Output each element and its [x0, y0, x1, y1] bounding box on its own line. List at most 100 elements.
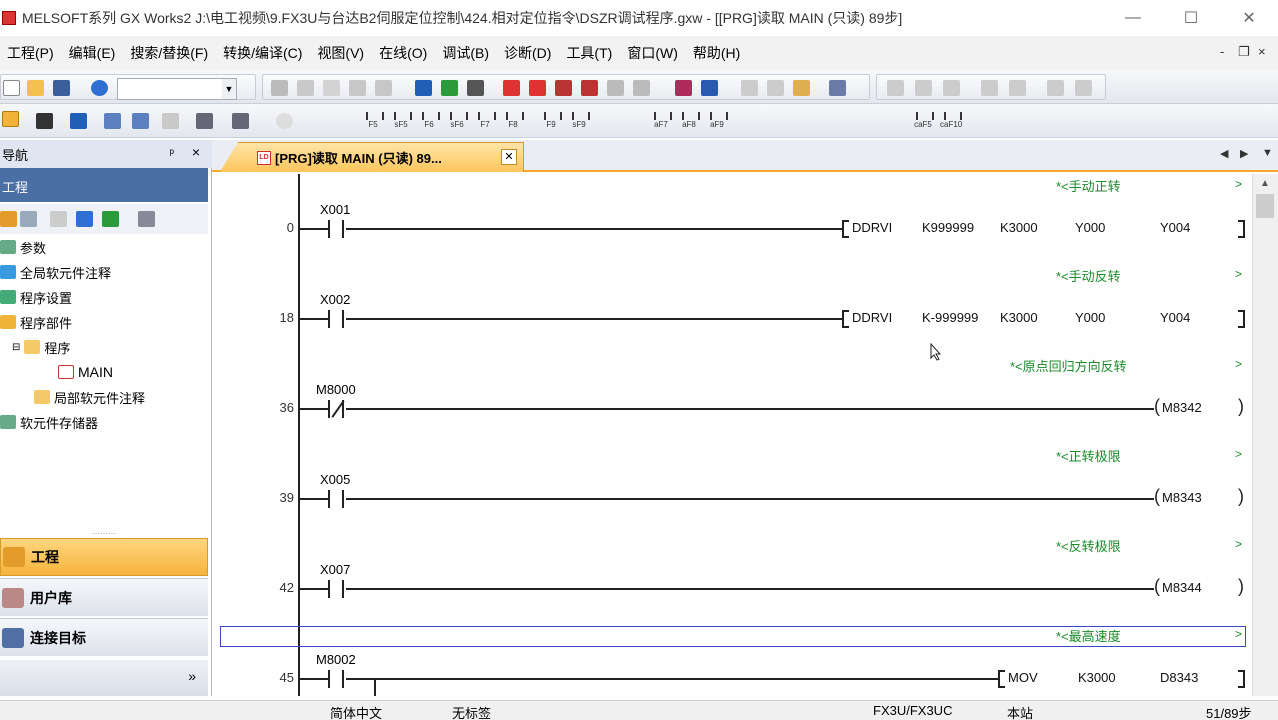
no-contact[interactable]: [328, 670, 344, 688]
paste-icon[interactable]: [323, 80, 340, 96]
sim-stop-icon[interactable]: [701, 80, 718, 96]
nav-button-library[interactable]: 用户库: [0, 578, 208, 616]
ladder-delete-line-icon[interactable]: [1009, 80, 1026, 96]
mdi-close-button[interactable]: ×: [1258, 44, 1266, 59]
ladder-rung[interactable]: *<原点回归方向反转 > 36 M8000 ( M8342 ): [218, 354, 1252, 444]
monitor-write-icon[interactable]: [607, 80, 624, 96]
device-write-icon[interactable]: [415, 80, 432, 96]
ladder-rung[interactable]: *<手动正转 > 0 X001 DDRVI K999999 K3000 Y000…: [218, 174, 1252, 264]
verify-icon[interactable]: [467, 80, 484, 96]
ladder-rung[interactable]: *<手动反转 > 18 X002 DDRVI K-999999 K3000 Y0…: [218, 264, 1252, 354]
tab-close-icon[interactable]: ✕: [501, 149, 517, 165]
maximize-button[interactable]: ☐: [1168, 0, 1214, 36]
ladder-rung[interactable]: *<反转极限 > 42 X007 ( M8344 ): [218, 534, 1252, 624]
help-icon[interactable]: [91, 80, 108, 96]
batch-monitor-icon[interactable]: [741, 80, 758, 96]
invert-cafs[interactable]: caF5: [912, 110, 934, 132]
view-mode-icon[interactable]: [196, 113, 213, 129]
save-icon[interactable]: [53, 80, 70, 96]
copy-item-icon[interactable]: [20, 211, 37, 227]
menu-view[interactable]: 视图(V): [310, 43, 372, 63]
rising-af7[interactable]: aF7: [650, 110, 672, 132]
tree-item-global-comment[interactable]: 全局软元件注释: [0, 261, 111, 283]
window-icon[interactable]: [70, 113, 87, 129]
menu-convert[interactable]: 转换/编译(C): [216, 43, 310, 63]
dev-icon-2[interactable]: [132, 113, 149, 129]
contact-nc-f6[interactable]: F6: [418, 110, 440, 132]
refresh-icon[interactable]: [102, 211, 119, 227]
scroll-up-icon[interactable]: ▲: [1260, 178, 1270, 189]
vertical-scrollbar[interactable]: ▲: [1252, 174, 1278, 696]
mdi-restore-button[interactable]: ❐: [1238, 44, 1250, 60]
tree-item-device-memory[interactable]: 软元件存储器: [0, 411, 98, 433]
ladder-fall-icon[interactable]: [1075, 80, 1092, 96]
mdi-minimize-button[interactable]: -: [1220, 44, 1224, 59]
dev-icon-1[interactable]: [104, 113, 121, 129]
minimize-button[interactable]: —: [1110, 0, 1156, 36]
hline-f9[interactable]: F9: [540, 110, 562, 132]
tree-item-parameter[interactable]: 参数: [0, 236, 46, 258]
tab-next-icon[interactable]: ▶: [1240, 147, 1248, 160]
coil-f7[interactable]: F7: [474, 110, 496, 132]
undo-icon[interactable]: [349, 80, 366, 96]
device-memory-icon[interactable]: [793, 80, 810, 96]
pulse-af9[interactable]: aF9: [706, 110, 728, 132]
project-view-icon[interactable]: [2, 111, 19, 127]
nc-contact[interactable]: [328, 400, 344, 418]
tree-item-program[interactable]: ⊟ 程序: [12, 336, 70, 358]
no-contact[interactable]: [328, 490, 344, 508]
write-to-plc-icon[interactable]: [503, 80, 520, 96]
monitor-stop-icon[interactable]: [581, 80, 598, 96]
tree-item-main[interactable]: MAIN: [58, 361, 113, 383]
ladder-editor[interactable]: *<手动正转 > 0 X001 DDRVI K999999 K3000 Y000…: [218, 174, 1252, 696]
operation-cafl0[interactable]: caF10: [940, 110, 962, 132]
falling-af8[interactable]: aF8: [678, 110, 700, 132]
ladder-rung[interactable]: *<最高速度 > 45 M8002 MOV K3000 D8343: [218, 624, 1252, 696]
module-icon[interactable]: [36, 113, 53, 129]
menu-edit[interactable]: 编辑(E): [62, 43, 124, 63]
property-icon[interactable]: [76, 211, 93, 227]
ladder-line-icon[interactable]: [981, 80, 998, 96]
vline-sf9[interactable]: sF9: [568, 110, 590, 132]
copy-icon[interactable]: [297, 80, 314, 96]
dev-icon-3[interactable]: [162, 113, 179, 129]
nav-button-connection[interactable]: 连接目标: [0, 618, 208, 656]
menu-tool[interactable]: 工具(T): [559, 43, 620, 63]
close-icon[interactable]: ×: [192, 144, 200, 160]
find-device-icon[interactable]: [232, 113, 249, 129]
pin-icon[interactable]: ᵖ: [169, 146, 174, 160]
menu-window[interactable]: 窗口(W): [620, 43, 686, 63]
delete-item-icon[interactable]: [50, 211, 67, 227]
no-contact[interactable]: [328, 580, 344, 598]
ladder-coil-icon[interactable]: [915, 80, 932, 96]
contact-parallel-sf5[interactable]: sF5: [390, 110, 412, 132]
ladder-parallel-icon[interactable]: [943, 80, 960, 96]
device-read-icon[interactable]: [441, 80, 458, 96]
ladder-rung[interactable]: *<正转极限 > 39 X005 ( M8343 ): [218, 444, 1252, 534]
menu-help[interactable]: 帮助(H): [686, 43, 748, 63]
sim-start-icon[interactable]: [675, 80, 692, 96]
redo-icon[interactable]: [375, 80, 392, 96]
ladder-rise-icon[interactable]: [1047, 80, 1064, 96]
menu-find-replace[interactable]: 搜索/替换(F): [123, 43, 216, 63]
open-folder-icon[interactable]: [27, 80, 44, 96]
monitor-start-icon[interactable]: [555, 80, 572, 96]
ladder-contact-icon[interactable]: [887, 80, 904, 96]
instruction-f8[interactable]: F8: [502, 110, 524, 132]
no-contact[interactable]: [328, 220, 344, 238]
monitor-pause-icon[interactable]: [633, 80, 650, 96]
menu-debug[interactable]: 调试(B): [435, 43, 497, 63]
tree-item-program-setting[interactable]: 程序设置: [0, 286, 72, 308]
chevron-down-icon[interactable]: ▼: [222, 79, 236, 99]
sort-icon[interactable]: [138, 211, 155, 227]
no-contact[interactable]: [328, 310, 344, 328]
contact-no-f5[interactable]: F5: [362, 110, 384, 132]
menu-project[interactable]: 工程(P): [0, 43, 62, 63]
menu-diagnostics[interactable]: 诊断(D): [497, 43, 559, 63]
new-file-icon[interactable]: [3, 80, 20, 96]
tree-item-local-comment[interactable]: 局部软元件注释: [34, 386, 145, 408]
nav-overflow-button[interactable]: »: [0, 660, 208, 696]
watch-icon[interactable]: [767, 80, 784, 96]
new-item-icon[interactable]: [0, 211, 17, 227]
tab-main-program[interactable]: LD [PRG]读取 MAIN (只读) 89... ✕: [220, 142, 524, 172]
